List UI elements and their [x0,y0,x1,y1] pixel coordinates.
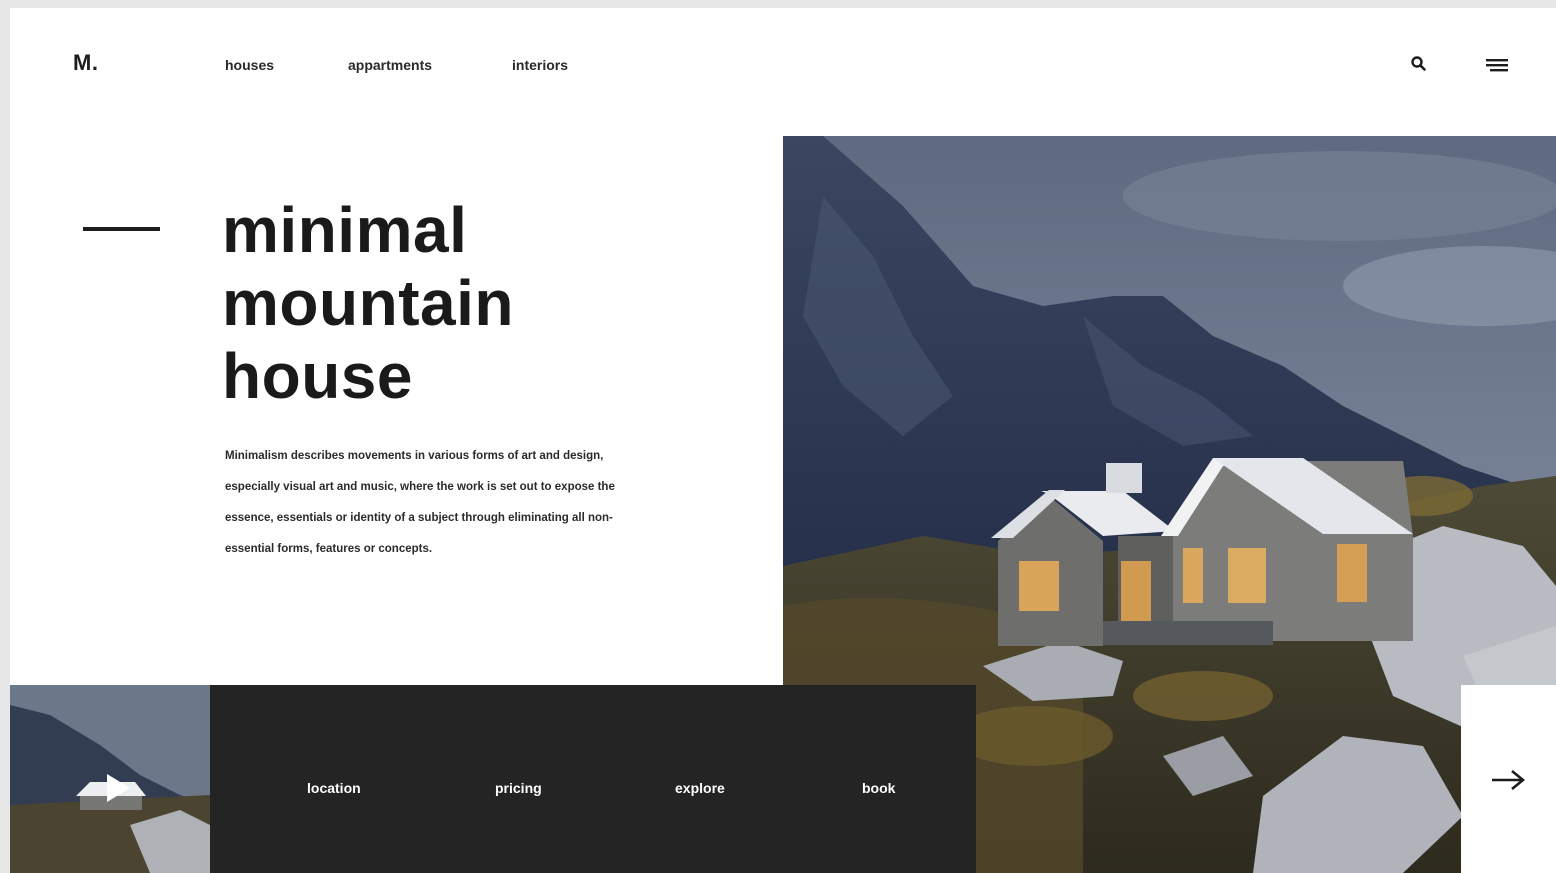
hero-title-line: minimal [222,194,468,266]
nav-appartments[interactable]: appartments [348,57,432,73]
video-thumbnail[interactable] [10,685,210,873]
hero-title-line: mountain [222,267,514,339]
hero-description: Minimalism describes movements in variou… [225,450,615,555]
logo[interactable]: M. [73,50,98,76]
hero-dash-divider [83,227,160,231]
next-slide-button[interactable] [1461,685,1556,873]
play-icon[interactable] [105,773,131,803]
link-location[interactable]: location [307,780,361,796]
arrow-right-icon [1492,769,1526,791]
link-book[interactable]: book [862,780,895,796]
link-explore[interactable]: explore [675,780,725,796]
search-icon[interactable] [1410,55,1428,73]
hamburger-menu-icon[interactable] [1486,58,1508,76]
link-pricing[interactable]: pricing [495,780,542,796]
nav-interiors[interactable]: interiors [512,57,568,73]
hero-title: minimal mountain house [222,194,514,413]
nav-houses[interactable]: houses [225,57,274,73]
hero-title-line: house [222,340,413,412]
bottom-nav-bar: location pricing explore book [210,685,976,873]
page: M. houses appartments interiors minimal … [10,8,1556,873]
